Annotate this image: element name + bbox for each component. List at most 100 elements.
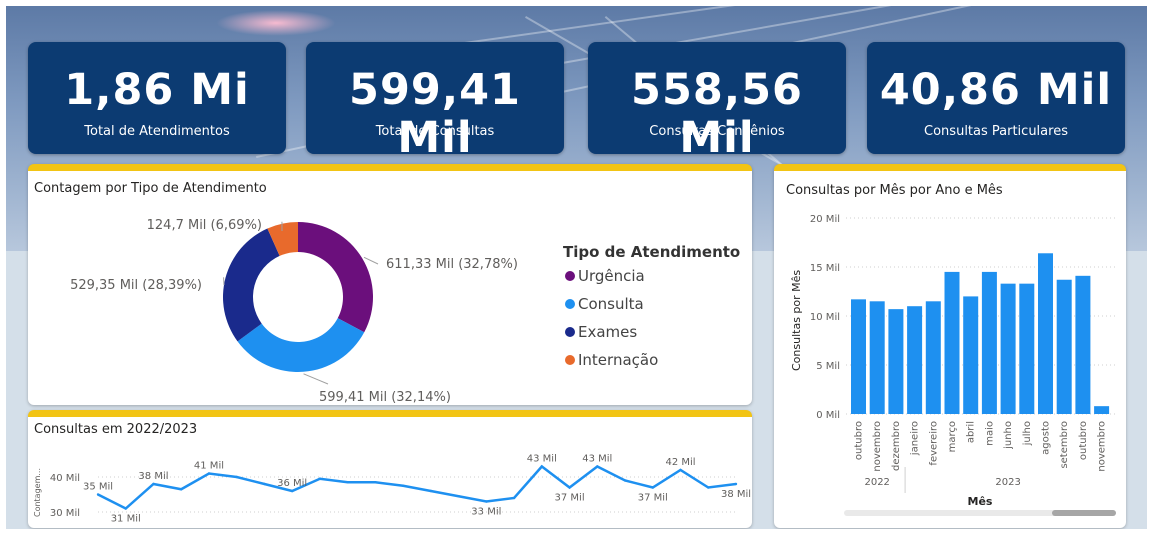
line-point-label-5: 33 Mil	[471, 507, 501, 518]
bar-x-tick-3: janeiro	[910, 421, 921, 456]
kpi-label: Consultas Convênios	[649, 124, 785, 139]
line-chart-card[interactable]: Consultas em 2022/2023 Contagem... 30 Mil…	[28, 410, 752, 528]
kpi-value: 599,41 Mil	[349, 65, 521, 163]
line-point-18	[596, 465, 599, 468]
bar-x-tick-4: fevereiro	[928, 421, 939, 466]
kpi-card-consultas-convenios[interactable]: 558,56 Mil Consultas Convênios	[588, 42, 846, 162]
line-point-10	[374, 481, 377, 484]
bar-chart: Consultas por Mês 0 Mil 5 Mil 10 Mil 15 Mil 2…	[790, 214, 1116, 508]
line-point-label-4: 36 Mil	[277, 478, 307, 489]
bar-y-tick-0: 0 Mil	[816, 410, 840, 421]
kpi-label: Total de Consultas	[375, 124, 495, 139]
legend-item-3: Internação	[578, 351, 658, 369]
donut-leader-line-0	[363, 256, 379, 265]
line-point-label-8: 43 Mil	[582, 454, 612, 465]
kpi-value: 1,86 Mi	[64, 65, 250, 115]
bar-x-tick-8: junho	[1003, 421, 1014, 450]
bar-0	[851, 299, 866, 414]
line-y-tick-1: 40 Mil	[50, 473, 80, 484]
donut-data-label-1: 599,41 Mil (32,14%)	[319, 390, 451, 405]
line-point-label-3: 41 Mil	[194, 461, 224, 472]
line-point-11	[401, 484, 405, 487]
legend-marker-3	[565, 355, 575, 365]
kpi-value: 558,56 Mil	[631, 65, 803, 163]
bar-3	[907, 306, 923, 414]
legend-item-2: Exames	[578, 323, 637, 341]
bar-y-tick-2: 10 Mil	[810, 312, 840, 323]
bar-x-tick-12: outubro	[1078, 421, 1089, 460]
bar-x-tick-1: novembro	[872, 421, 883, 472]
dashboard: 1,86 Mi Total de Atendimentos 599,41 Mil…	[6, 6, 1147, 529]
kpi-card-total-atendimentos[interactable]: 1,86 Mi Total de Atendimentos	[28, 42, 286, 154]
line-point-label-2: 38 Mil	[138, 471, 168, 482]
line-point-15	[512, 496, 516, 500]
kpi-card-total-consultas[interactable]: 599,41 Mil Total de Consultas	[306, 42, 564, 162]
line-point-21	[679, 468, 682, 472]
light-glow	[216, 10, 336, 36]
line-chart: Contagem... 30 Mil 40 Mil35 Mil 31 Mil 38 Mi…	[33, 454, 751, 525]
line-point-5	[235, 475, 238, 479]
donut-chart-card[interactable]: Contagem por Tipo de Atendimento 611,33 …	[28, 164, 752, 405]
bar-x-tick-5: março	[947, 421, 958, 452]
bar-y-axis-title: Consultas por Mês	[790, 270, 803, 371]
donut-chart: 611,33 Mil (32,78%) 599,41 Mil (32,14%) 52…	[70, 218, 740, 405]
line-point-17	[568, 486, 571, 489]
bar-x-tick-0: outubro	[854, 421, 865, 460]
line-point-13	[457, 495, 460, 498]
line-point-label-0: 35 Mil	[83, 482, 113, 493]
bar-4	[925, 301, 941, 414]
donut-data-label-0: 611,33 Mil (32,78%)	[386, 257, 518, 272]
bar-x-axis-title: Mês	[968, 495, 993, 508]
bar-1	[869, 301, 885, 414]
bar-9	[1019, 283, 1035, 414]
line-point-14	[485, 500, 488, 503]
donut-data-label-3: 124,7 Mil (6,69%)	[147, 218, 262, 233]
line-point-3	[180, 488, 183, 491]
line-point-16	[540, 465, 544, 468]
legend-marker-2	[565, 327, 575, 337]
legend-item-1: Consulta	[578, 295, 644, 313]
line-point-8	[318, 477, 322, 480]
line-point-0	[96, 493, 100, 496]
kpi-label: Consultas Particulares	[924, 124, 1068, 139]
bar-x-tick-2: dezembro	[891, 421, 902, 471]
donut-slice-0	[298, 222, 373, 333]
bar-year-label-0: 2022	[864, 477, 889, 488]
line-point-label-7: 37 Mil	[555, 493, 585, 504]
line-point-1	[124, 507, 127, 510]
kpi-label: Total de Atendimentos	[84, 124, 230, 139]
line-point-label-1: 31 Mil	[111, 514, 141, 525]
bar-y-tick-4: 20 Mil	[810, 214, 840, 225]
bar-x-tick-11: setembro	[1059, 421, 1070, 469]
kpi-value: 40,86 Mil	[879, 65, 1113, 115]
legend-marker-1	[565, 299, 575, 309]
bar-year-label-1: 2023	[995, 477, 1020, 488]
legend-title: Tipo de Atendimento	[563, 243, 740, 261]
bar-12	[1075, 275, 1091, 414]
bar-chart-card[interactable]: Consultas por Mês por Ano e Mês Consulta…	[774, 164, 1126, 528]
donut-data-label-2: 529,35 Mil (28,39%)	[70, 278, 202, 293]
bar-5	[944, 271, 960, 414]
line-point-label-10: 42 Mil	[665, 457, 695, 468]
scrollbar-thumb[interactable]	[1052, 510, 1116, 516]
line-point-label-9: 37 Mil	[638, 493, 668, 504]
legend-item-0: Urgência	[578, 267, 645, 285]
legend-marker-0	[565, 271, 575, 281]
line-point-4	[207, 472, 211, 475]
bar-11	[1056, 279, 1072, 414]
bar-x-tick-10: agosto	[1041, 421, 1052, 455]
bar-x-tick-6: abril	[966, 421, 977, 443]
donut-slice-2	[223, 228, 280, 342]
line-point-2	[152, 482, 155, 486]
bar-6	[963, 296, 979, 414]
donut-leader-line-1	[303, 373, 329, 385]
kpi-card-consultas-particulares[interactable]: 40,86 Mil Consultas Particulares	[867, 42, 1125, 154]
bar-13	[1094, 406, 1110, 414]
line-point-22	[707, 486, 710, 489]
line-point-23	[734, 482, 738, 486]
line-point-6	[263, 482, 266, 486]
line-point-label-11: 38 Mil	[721, 489, 751, 500]
bar-x-tick-9: julho	[1022, 421, 1033, 446]
line-point-19	[623, 479, 627, 482]
horizontal-scrollbar[interactable]	[844, 510, 1116, 516]
